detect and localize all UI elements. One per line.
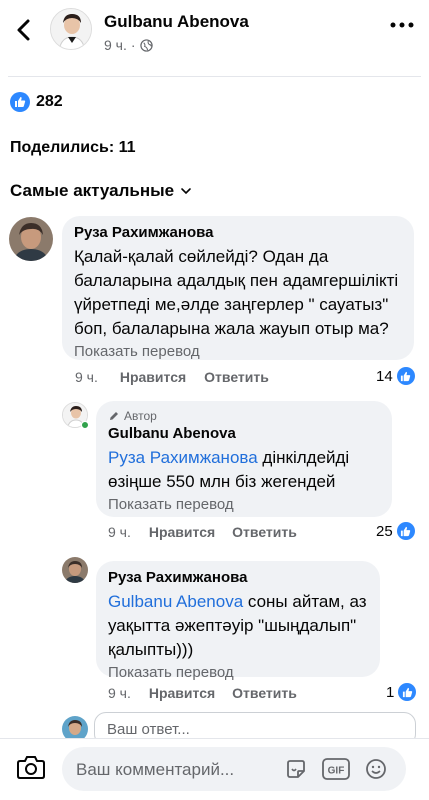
comment-actions: 9 ч. Нравится Ответить xyxy=(108,685,297,701)
shares-count[interactable]: Поделились: 11 xyxy=(10,139,136,157)
svg-text:GIF: GIF xyxy=(328,766,345,777)
like-comment-button[interactable]: Нравится xyxy=(120,369,186,385)
dot-separator: · xyxy=(130,37,136,53)
comment-time: 9 ч. xyxy=(75,369,98,385)
reply-button[interactable]: Ответить xyxy=(232,685,297,701)
commenter-avatar[interactable] xyxy=(9,217,53,261)
show-translation-link[interactable]: Показать перевод xyxy=(74,343,402,360)
author-badge: Автор xyxy=(108,409,380,423)
reply-button[interactable]: Ответить xyxy=(204,369,269,385)
mention-link[interactable]: Gulbanu Abenova xyxy=(108,592,243,611)
author-name[interactable]: Gulbanu Abenova xyxy=(104,12,249,32)
like-comment-button[interactable]: Нравится xyxy=(149,685,215,701)
sticker-icon[interactable] xyxy=(284,757,308,781)
comment-composer-bar: Ваш комментарий... GIF xyxy=(0,738,429,800)
like-icon xyxy=(398,683,417,701)
comment-placeholder: Ваш комментарий... xyxy=(76,760,235,779)
comment-actions: 9 ч. Нравится Ответить xyxy=(75,369,269,385)
sort-label: Самые актуальные xyxy=(10,181,175,200)
comment-reactions[interactable]: 14 xyxy=(376,367,415,385)
show-translation-link[interactable]: Показать перевод xyxy=(108,664,368,681)
reaction-count: 14 xyxy=(376,367,393,385)
post-meta: 9 ч. · xyxy=(104,37,153,53)
comment-time: 9 ч. xyxy=(108,524,131,540)
comment-author[interactable]: Руза Рахимжанова xyxy=(108,569,368,586)
comments-sort-dropdown[interactable]: Самые актуальные xyxy=(10,181,192,201)
post-time: 9 ч. xyxy=(104,37,127,53)
back-icon[interactable] xyxy=(10,16,38,44)
author-avatar[interactable] xyxy=(50,8,92,50)
comment-reactions[interactable]: 25 xyxy=(376,522,415,540)
emoji-icon[interactable] xyxy=(364,757,388,781)
reply-bubble: Автор Gulbanu Abenova Руза Рахимжанова д… xyxy=(96,401,392,517)
reaction-count: 25 xyxy=(376,522,393,540)
post-reactions[interactable]: 282 xyxy=(10,92,63,112)
like-icon xyxy=(10,92,30,112)
camera-icon[interactable] xyxy=(16,753,46,781)
like-icon xyxy=(396,367,415,385)
globe-icon xyxy=(139,38,153,52)
online-indicator xyxy=(81,421,89,429)
mention-link[interactable]: Руза Рахимжанова xyxy=(108,448,258,467)
reply-placeholder: Ваш ответ... xyxy=(107,721,190,738)
pencil-icon xyxy=(110,412,118,420)
commenter-avatar[interactable] xyxy=(62,557,88,583)
comment-reactions[interactable]: 1 xyxy=(386,683,417,701)
comment-author[interactable]: Gulbanu Abenova xyxy=(108,425,380,442)
more-icon[interactable] xyxy=(389,20,415,30)
author-badge-label: Автор xyxy=(124,409,157,423)
comment-bubble: Руза Рахимжанова Қалай-қалай сөйлейді? О… xyxy=(62,216,414,360)
comment-author[interactable]: Руза Рахимжанова xyxy=(74,224,402,241)
post-header: Gulbanu Abenova 9 ч. · xyxy=(0,0,429,66)
gif-icon[interactable]: GIF xyxy=(322,757,350,781)
comment-actions: 9 ч. Нравится Ответить xyxy=(108,524,297,540)
likes-count: 282 xyxy=(36,93,63,110)
reply-bubble: Руза Рахимжанова Gulbanu Abenova соны ай… xyxy=(96,561,380,681)
divider xyxy=(8,76,421,77)
comment-time: 9 ч. xyxy=(108,685,131,701)
chevron-down-icon xyxy=(181,188,191,195)
like-icon xyxy=(396,522,415,540)
reaction-count: 1 xyxy=(386,683,395,701)
show-translation-link[interactable]: Показать перевод xyxy=(108,496,380,513)
like-comment-button[interactable]: Нравится xyxy=(149,524,215,540)
comment-text: Руза Рахимжанова дінкілдейді өзіңше 550 … xyxy=(108,446,380,494)
reply-button[interactable]: Ответить xyxy=(232,524,297,540)
comment-text: Gulbanu Abenova соны айтам, аз уақытта ә… xyxy=(108,590,368,662)
comment-text: Қалай-қалай сөйлейді? Одан да балаларына… xyxy=(74,247,399,338)
comment-input[interactable]: Ваш комментарий... GIF xyxy=(62,747,406,791)
